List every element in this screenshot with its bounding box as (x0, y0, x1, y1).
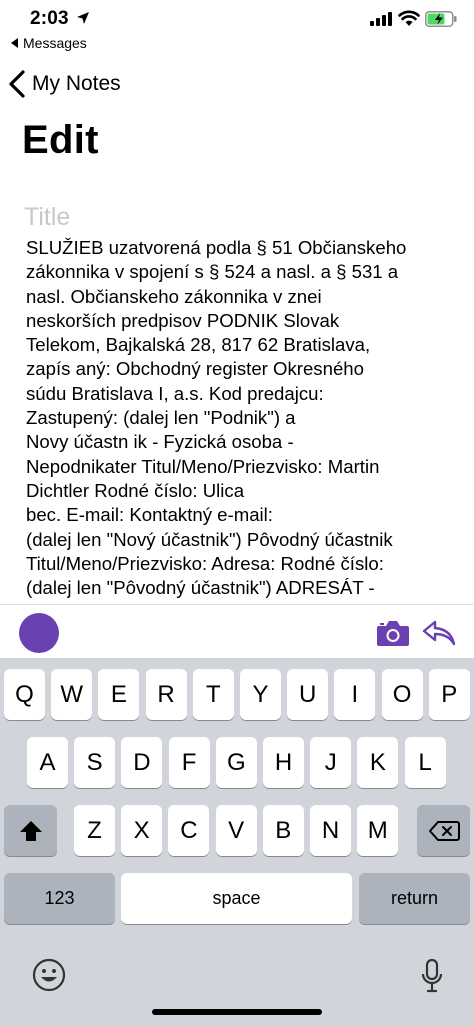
key-i[interactable]: I (334, 669, 376, 720)
emoji-icon[interactable] (32, 958, 66, 992)
editor-toolbar (0, 604, 474, 659)
camera-icon[interactable] (376, 619, 410, 647)
notes-edit-screen: 2:03 Messages My Notes Edit Title SLUŽIE… (0, 0, 474, 1026)
key-g[interactable]: G (215, 737, 257, 788)
status-time: 2:03 (30, 8, 69, 29)
key-d[interactable]: D (121, 737, 163, 788)
body-text-line: (dalej len "Nový účastnik") Pôvodný účas… (26, 528, 393, 550)
key-u[interactable]: U (287, 669, 329, 720)
back-app-label: Messages (23, 35, 87, 51)
key-a[interactable]: A (27, 737, 68, 788)
body-text-line: zapís aný: Obchodný register Okresného (26, 358, 364, 380)
back-label: My Notes (32, 72, 121, 95)
body-text-line: Nepodnikater Titul/Meno/Priezvisko: Mart… (26, 455, 380, 477)
space-key[interactable]: space (121, 873, 352, 924)
body-text-line: neskorších predpisov PODNIK Slovak (26, 309, 340, 331)
note-body-textarea[interactable]: SLUŽIEB uzatvorená podla § 51 Občianskeh… (26, 236, 456, 604)
key-n[interactable]: N (310, 805, 351, 856)
back-triangle-icon (11, 38, 18, 48)
key-j[interactable]: J (310, 737, 352, 788)
home-indicator[interactable] (152, 1009, 322, 1015)
key-p[interactable]: P (428, 669, 470, 720)
back-to-messages[interactable]: Messages (11, 35, 87, 51)
key-y[interactable]: Y (240, 669, 281, 720)
body-text-line: Zastupený: (dalej len "Podnik") a (26, 407, 296, 429)
key-h[interactable]: H (263, 737, 304, 788)
body-text-line: Telekom, Bajkalská 28, 817 62 Bratislava… (26, 334, 371, 356)
delete-key[interactable] (417, 805, 470, 856)
battery-charging-icon (425, 11, 457, 27)
key-f[interactable]: F (168, 737, 210, 788)
key-w[interactable]: W (51, 669, 93, 720)
page-title: Edit (22, 118, 99, 162)
key-o[interactable]: O (381, 669, 423, 720)
body-text-line: (dalej len "Pôvodný účastnik") ADRESÁT - (26, 577, 375, 599)
body-text-line: nasl. Občianskeho zákonnika v znei (26, 285, 322, 307)
shift-key[interactable] (4, 805, 57, 856)
wifi-icon (398, 10, 420, 26)
key-k[interactable]: K (357, 737, 399, 788)
key-s[interactable]: S (74, 737, 116, 788)
key-r[interactable]: R (145, 669, 187, 720)
body-text-line: Dichtler Rodné číslo: Ulica (26, 479, 245, 501)
reply-icon[interactable] (422, 619, 456, 647)
key-b[interactable]: B (262, 805, 304, 856)
location-arrow-icon (77, 12, 89, 24)
key-e[interactable]: E (98, 669, 140, 720)
status-bar: 2:03 Messages (0, 0, 474, 56)
cellular-signal-icon (370, 12, 392, 26)
body-text-line: Novy účastn ik - Fyzická osoba - (26, 431, 294, 453)
onscreen-keyboard: Q W E R T Y U I O P A S D F G H J K L Z X C V B N M 123 space return (0, 658, 474, 1026)
numbers-key[interactable]: 123 (4, 873, 115, 924)
backspace-icon (428, 820, 460, 841)
body-text-line: Titul/Meno/Priezvisko: Adresa: Rodné čís… (26, 552, 384, 574)
key-c[interactable]: C (168, 805, 210, 856)
return-key[interactable]: return (359, 873, 470, 924)
key-m[interactable]: M (357, 805, 399, 856)
body-text-line: SLUŽIEB uzatvorená podla § 51 Občianskeh… (26, 237, 407, 258)
key-v[interactable]: V (215, 805, 257, 856)
key-q[interactable]: Q (4, 669, 45, 720)
key-z[interactable]: Z (74, 805, 115, 856)
microphone-icon[interactable] (420, 958, 444, 994)
color-picker-button[interactable] (19, 613, 59, 653)
back-to-my-notes-button[interactable]: My Notes (8, 68, 121, 100)
body-text-line: súdu Bratislava I, a.s. Kod predajcu: (26, 382, 324, 404)
key-x[interactable]: X (121, 805, 163, 856)
key-l[interactable]: L (404, 737, 446, 788)
body-text-line: zákonnika v spojení s § 524 a nasl. a § … (26, 261, 399, 283)
chevron-left-icon (9, 70, 25, 98)
body-text-line: bec. E-mail: Kontaktný e-mail: (26, 504, 273, 526)
note-title-input[interactable] (24, 200, 444, 234)
shift-arrow-icon (19, 820, 42, 841)
key-t[interactable]: T (192, 669, 234, 720)
